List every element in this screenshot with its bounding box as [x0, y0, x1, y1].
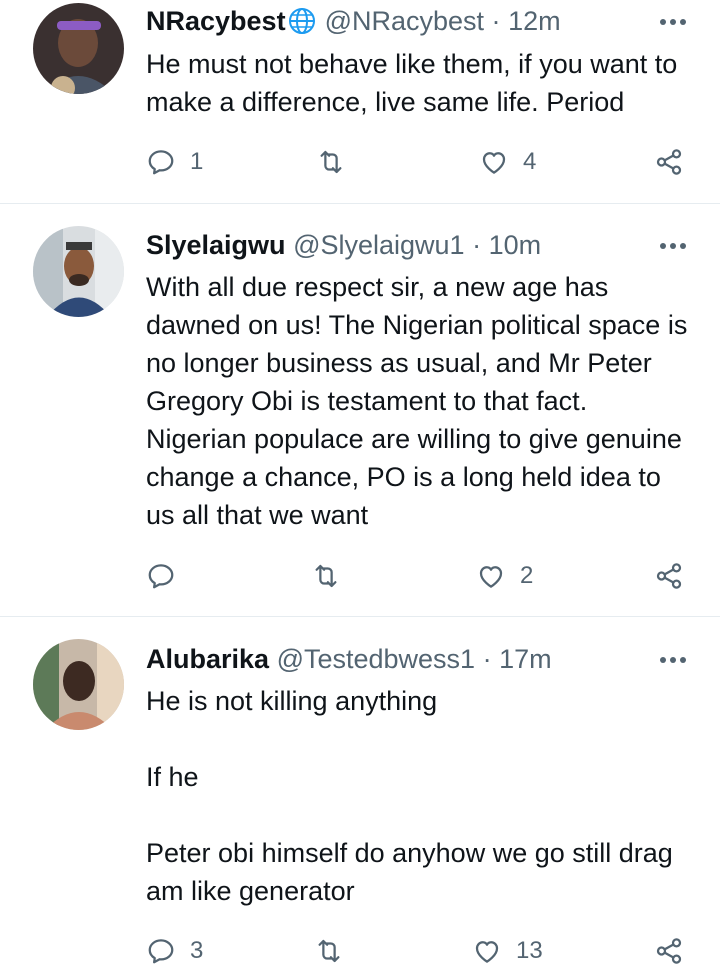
timestamp[interactable]: 10m: [489, 230, 542, 260]
heart-icon: [475, 941, 499, 963]
retweet-icon: [320, 150, 342, 174]
retweet-icon: [318, 939, 340, 963]
share-icon: [656, 149, 682, 175]
display-name[interactable]: NRacybest: [146, 6, 286, 36]
retweet-button[interactable]: [316, 142, 360, 182]
reply-count: 3: [190, 937, 204, 964]
tweet-text: He is not killing anything If he Peter o…: [146, 686, 673, 906]
timestamp[interactable]: 12m: [508, 6, 561, 36]
more-icon[interactable]: [656, 228, 690, 262]
share-icon: [656, 938, 682, 964]
retweet-button[interactable]: [314, 931, 358, 971]
share-icon: [656, 563, 682, 589]
share-button[interactable]: [654, 556, 684, 596]
like-count: 4: [523, 148, 537, 175]
retweet-button[interactable]: [311, 556, 355, 596]
reply-count: 1: [190, 148, 204, 175]
action-bar: 1 4: [146, 142, 691, 182]
share-button[interactable]: [654, 931, 684, 971]
reply-button[interactable]: 1: [146, 142, 203, 182]
tweet-header: Alubarika @Testedbwess1 · 17m: [146, 642, 690, 676]
heart-icon: [479, 566, 503, 588]
handle[interactable]: @Slyelaigwu1: [293, 230, 465, 260]
tweet-2[interactable]: Slyelaigwu @Slyelaigwu1 · 10m With all d…: [0, 204, 720, 616]
action-bar: 3 13: [146, 931, 691, 971]
tweet-text: He must not behave like them, if you wan…: [146, 49, 678, 117]
heart-icon: [482, 152, 506, 174]
like-button[interactable]: 2: [476, 556, 533, 596]
tweet-header: Slyelaigwu @Slyelaigwu1 · 10m: [146, 228, 690, 262]
like-button[interactable]: 4: [479, 142, 536, 182]
avatar[interactable]: [33, 639, 124, 730]
separator-dot: ·: [472, 230, 482, 260]
retweet-icon: [315, 564, 337, 588]
handle[interactable]: @Testedbwess1: [277, 644, 476, 674]
handle[interactable]: @NRacybest: [325, 6, 484, 36]
reply-icon: [148, 564, 174, 589]
more-icon[interactable]: [656, 4, 690, 38]
reply-button[interactable]: 3: [146, 931, 203, 971]
reply-icon: [148, 150, 174, 175]
separator-dot: ·: [491, 6, 501, 36]
tweet-text: With all due respect sir, a new age has …: [146, 272, 688, 530]
share-button[interactable]: [654, 142, 684, 182]
display-name[interactable]: Slyelaigwu: [146, 230, 286, 260]
like-button[interactable]: 13: [472, 931, 543, 971]
tweet-3[interactable]: Alubarika @Testedbwess1 · 17m He is not …: [0, 617, 720, 964]
more-icon[interactable]: [656, 642, 690, 676]
like-count: 2: [520, 562, 534, 589]
globe-icon: [287, 6, 317, 36]
display-name[interactable]: Alubarika: [146, 644, 269, 674]
reply-button[interactable]: [146, 556, 190, 596]
tweet-1[interactable]: NRacybest @NRacybest · 12m He must not be…: [0, 0, 720, 203]
tweet-header: NRacybest @NRacybest · 12m: [146, 4, 690, 38]
action-bar: 2: [146, 556, 691, 596]
separator-dot: ·: [482, 644, 492, 674]
avatar[interactable]: [33, 226, 124, 317]
like-count: 13: [516, 937, 543, 964]
timestamp[interactable]: 17m: [499, 644, 552, 674]
avatar[interactable]: [33, 3, 124, 94]
reply-icon: [148, 939, 174, 964]
